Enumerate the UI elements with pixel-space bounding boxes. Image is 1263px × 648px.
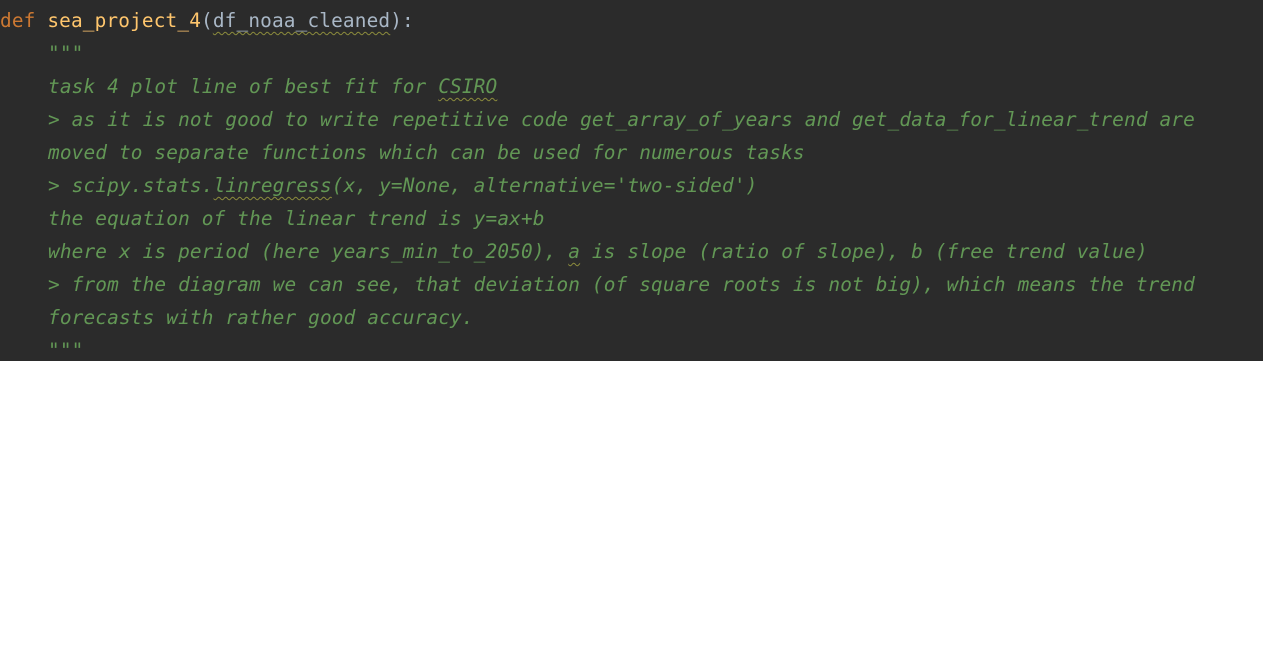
close-paren-colon: ): <box>390 9 414 32</box>
open-paren: ( <box>201 9 213 32</box>
code-editor[interactable]: def sea_project_4(df_noaa_cleaned): """ … <box>0 0 1263 361</box>
docstring-line-5: the equation of the linear trend is y=ax… <box>48 207 545 230</box>
typo-word-csiro: CSIRO <box>438 75 498 98</box>
docstring-line-1-text: task 4 plot line of best fit for <box>48 75 439 98</box>
docstring-line-1: task 4 plot line of best fit for CSIRO <box>0 70 497 103</box>
docstring-line-6-prefix: where x is period (here years_min_to_205… <box>48 240 569 263</box>
docstring-line-6: where x is period (here years_min_to_205… <box>0 235 1148 268</box>
parameter-name: df_noaa_cleaned <box>212 9 391 32</box>
typo-word-a: a <box>568 240 581 263</box>
blank-area <box>0 361 1263 648</box>
docstring-line-4-suffix: (x, y=None, alternative='two-sided') <box>331 174 758 197</box>
code-line-def: def sea_project_4(df_noaa_cleaned): <box>0 4 414 37</box>
docstring-line-7: > from the diagram we can see, that devi… <box>48 273 1195 296</box>
docstring-open-quotes: """ <box>48 42 84 65</box>
docstring-line-4: > scipy.stats.linregress(x, y=None, alte… <box>0 169 757 202</box>
function-name: sea_project_4 <box>47 9 202 32</box>
docstring-line-3: moved to separate functions which can be… <box>48 141 805 164</box>
docstring-line-8: forecasts with rather good accuracy. <box>48 306 474 329</box>
def-keyword: def <box>0 9 36 32</box>
docstring-line-6-suffix: is slope (ratio of slope), b (free trend… <box>580 240 1148 263</box>
docstring-close-quotes: """ <box>48 339 84 361</box>
docstring-line-4-prefix: > scipy.stats. <box>48 174 214 197</box>
docstring-line-2: > as it is not good to write repetitive … <box>48 108 1195 131</box>
typo-word-linregress: linregress <box>213 174 332 197</box>
